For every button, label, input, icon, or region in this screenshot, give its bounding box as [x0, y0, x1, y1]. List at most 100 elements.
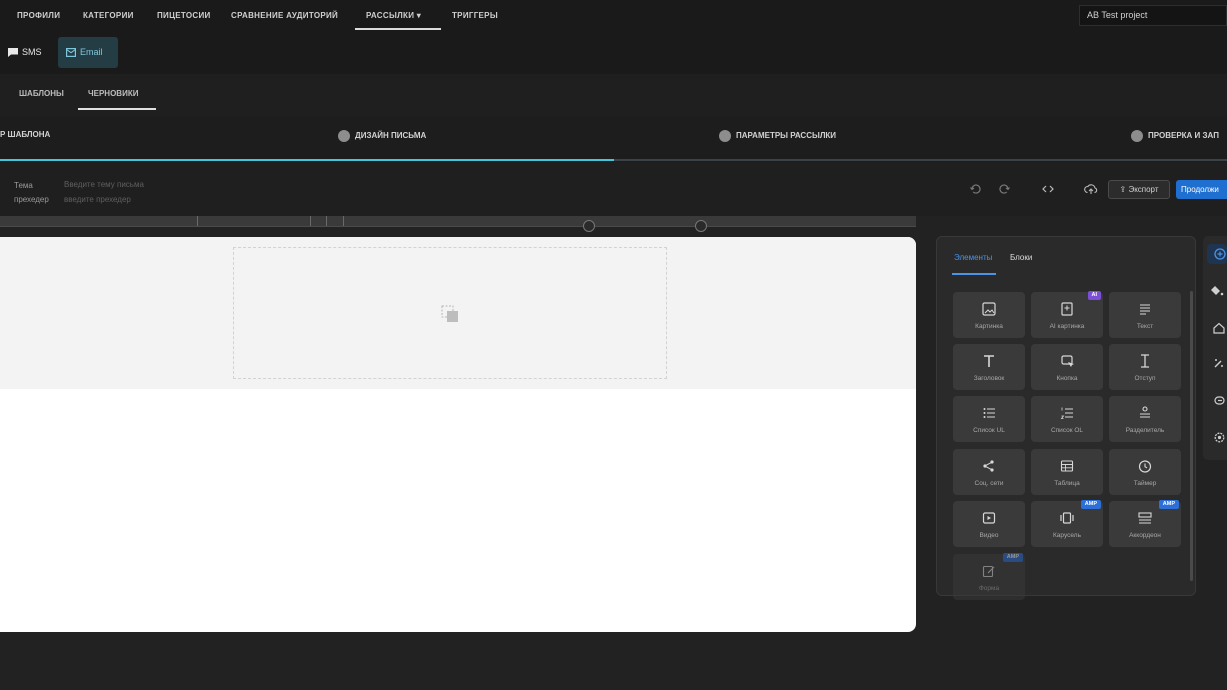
top-navigation: ПРОФИЛИ КАТЕГОРИИ ПИЦЕТОСИИ СРАВНЕНИЕ АУ… — [0, 0, 1227, 32]
divider-icon — [1140, 406, 1150, 418]
list-ul-icon — [983, 408, 995, 418]
element-tile-label: Разделитель — [1125, 427, 1165, 434]
subject-label: Тема — [14, 181, 33, 190]
table-icon — [1060, 460, 1074, 472]
step-number-icon — [719, 130, 731, 142]
canvas-top-section — [0, 237, 916, 389]
element-tile-label: Список OL — [1050, 427, 1084, 434]
element-tile-label: Отступ — [1134, 375, 1156, 382]
continue-button[interactable]: Продолжи — [1176, 180, 1227, 199]
tab-active-indicator — [78, 108, 156, 110]
form-icon — [982, 565, 995, 578]
element-tile[interactable]: Разделитель — [1109, 396, 1181, 442]
element-tile[interactable]: Отступ — [1109, 344, 1181, 390]
redo-icon[interactable] — [997, 182, 1011, 196]
link-icon[interactable] — [1207, 390, 1227, 410]
element-tile-label: Аккордеон — [1129, 532, 1161, 539]
step-design-label: ДИЗАЙН ПИСЬМА — [355, 131, 427, 141]
panel-scrollbar[interactable] — [1190, 291, 1193, 581]
resize-handle-left[interactable] — [583, 220, 595, 232]
timer-icon — [1138, 460, 1152, 473]
ruler-tick — [197, 216, 198, 226]
tab-templates[interactable]: ШАБЛОНЫ — [19, 89, 64, 98]
element-tile-label: Кнопка — [1056, 375, 1078, 382]
element-tile[interactable]: Соц. сети — [953, 449, 1025, 495]
element-badge: AMP — [1158, 500, 1179, 509]
sub-tabs: ШАБЛОНЫ ЧЕРНОВИКИ — [0, 74, 1227, 116]
ai-image-icon — [1061, 302, 1073, 316]
element-tile[interactable]: Аккордеон AMP — [1109, 500, 1181, 547]
channel-email-tab[interactable]: Email — [58, 37, 118, 68]
tab-drafts[interactable]: ЧЕРНОВИКИ — [88, 89, 138, 98]
element-tile-label: Текст — [1136, 323, 1154, 330]
subject-input[interactable]: Введите тему письма — [64, 180, 144, 189]
step-number-icon — [1131, 130, 1143, 142]
channel-sms-tab[interactable]: SMS — [8, 37, 52, 68]
element-tile-label: Таблица — [1054, 480, 1080, 487]
element-tile[interactable]: Список UL — [953, 396, 1025, 442]
step-template[interactable]: Р ШАБЛОНА — [0, 130, 50, 139]
share-icon — [983, 460, 994, 472]
ruler-tick — [343, 216, 344, 226]
tab-elements[interactable]: Элементы — [954, 253, 992, 262]
project-selector[interactable]: AB Test project — [1079, 5, 1227, 26]
element-tile[interactable]: Заголовок — [953, 344, 1025, 390]
element-tile[interactable]: Текст — [1109, 292, 1181, 338]
nav-triggers[interactable]: ТРИГГЕРЫ — [452, 0, 498, 32]
paint-bucket-icon[interactable] — [1207, 280, 1227, 300]
mail-icon — [66, 48, 76, 58]
nav-profiles[interactable]: ПРОФИЛИ — [17, 0, 60, 32]
element-badge: AMP — [1080, 500, 1101, 509]
right-toolbar — [1203, 236, 1227, 460]
settings-icon[interactable] — [1207, 427, 1227, 447]
element-badge: AMP — [1002, 553, 1023, 562]
element-tile[interactable]: Картинка — [953, 292, 1025, 338]
magic-icon[interactable] — [1207, 353, 1227, 373]
step-progress-bar — [0, 159, 1227, 161]
export-button[interactable]: ⇪ Экспорт — [1108, 180, 1170, 199]
undo-icon[interactable] — [969, 182, 983, 196]
element-tile[interactable]: Видео — [953, 501, 1025, 547]
list-ol-icon — [1060, 407, 1073, 419]
email-canvas[interactable] — [0, 237, 916, 632]
code-icon[interactable] — [1041, 182, 1055, 196]
accordion-icon — [1138, 512, 1152, 524]
carousel-icon — [1060, 512, 1074, 524]
block-placeholder-icon — [441, 305, 458, 322]
resize-handle-right[interactable] — [695, 220, 707, 232]
chat-icon — [8, 48, 18, 58]
element-tile[interactable]: Кнопка — [1031, 344, 1103, 390]
element-tile[interactable]: Таблица — [1031, 449, 1103, 495]
preheader-label: прехедер — [14, 195, 49, 204]
element-tile-label: AI картинка — [1049, 323, 1085, 330]
video-icon — [982, 512, 996, 524]
step-review-label: ПРОВЕРКА И ЗАП — [1148, 131, 1219, 141]
step-design[interactable]: ДИЗАЙН ПИСЬМА — [338, 130, 426, 142]
step-template-label: Р ШАБЛОНА — [0, 130, 51, 139]
spacer-icon — [1141, 354, 1149, 368]
element-tile[interactable]: AI картинка AI — [1031, 291, 1103, 338]
step-parameters-label: ПАРАМЕТРЫ РАССЫЛКИ — [736, 131, 837, 141]
element-tile[interactable]: Таймер — [1109, 449, 1181, 495]
elements-panel: Элементы Блоки Картинка AI картинка AI Текс… — [936, 236, 1196, 600]
step-review[interactable]: ПРОВЕРКА И ЗАП — [1131, 130, 1219, 142]
step-parameters[interactable]: ПАРАМЕТРЫ РАССЫЛКИ — [719, 130, 836, 142]
upload-icon[interactable] — [1084, 182, 1098, 196]
nav-categories[interactable]: КАТЕГОРИИ — [83, 0, 134, 32]
add-element-icon[interactable] — [1207, 244, 1227, 264]
element-tile[interactable]: Форма AMP — [953, 553, 1025, 600]
tab-blocks[interactable]: Блоки — [1010, 253, 1032, 262]
element-tile[interactable]: Список OL — [1031, 396, 1103, 442]
element-tile-label: Картинка — [975, 323, 1003, 330]
panel-tab-indicator — [952, 273, 996, 275]
nav-segments[interactable]: ПИЦЕТОСИИ — [157, 0, 211, 32]
preheader-input[interactable]: введите прехедер — [64, 195, 131, 204]
home-icon[interactable] — [1207, 317, 1227, 337]
editor-ruler — [0, 216, 916, 232]
element-badge: AI — [1087, 291, 1101, 300]
subject-row: Тема Введите тему письма прехедер введит… — [0, 162, 1227, 216]
channel-email-label: Email — [80, 47, 103, 57]
channel-sms-label: SMS — [22, 47, 42, 57]
nav-audience-compare[interactable]: СРАВНЕНИЕ АУДИТОРИЙ — [231, 0, 338, 32]
element-tile[interactable]: Карусель AMP — [1031, 500, 1103, 547]
